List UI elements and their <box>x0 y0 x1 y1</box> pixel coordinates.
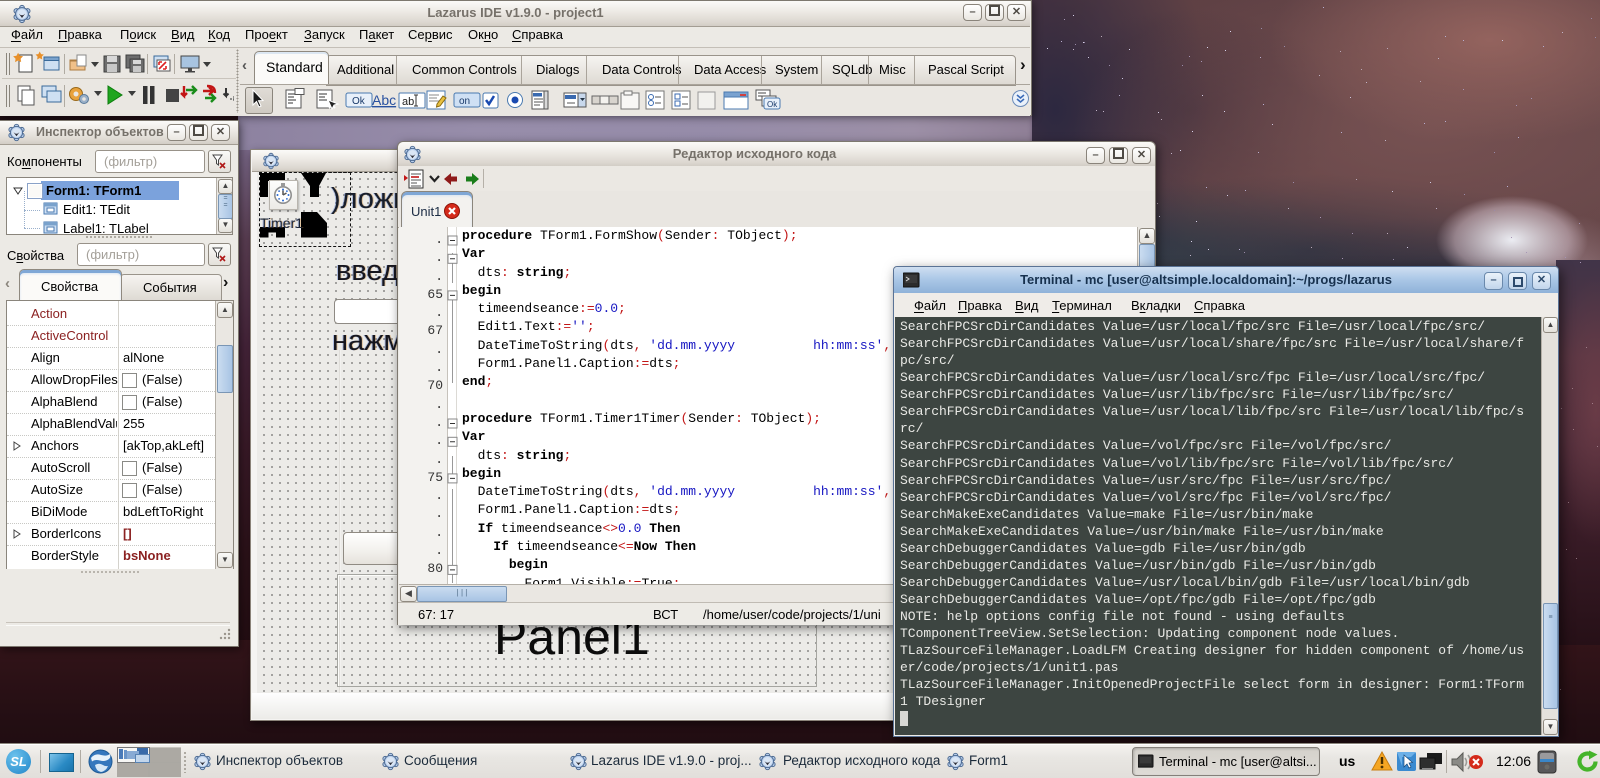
svg-text:Abc: Abc <box>372 92 396 108</box>
svg-text:Ok: Ok <box>352 96 366 107</box>
svg-text:on: on <box>459 96 470 107</box>
svg-text:ab: ab <box>402 96 414 108</box>
svg-text:Ok: Ok <box>767 100 778 109</box>
